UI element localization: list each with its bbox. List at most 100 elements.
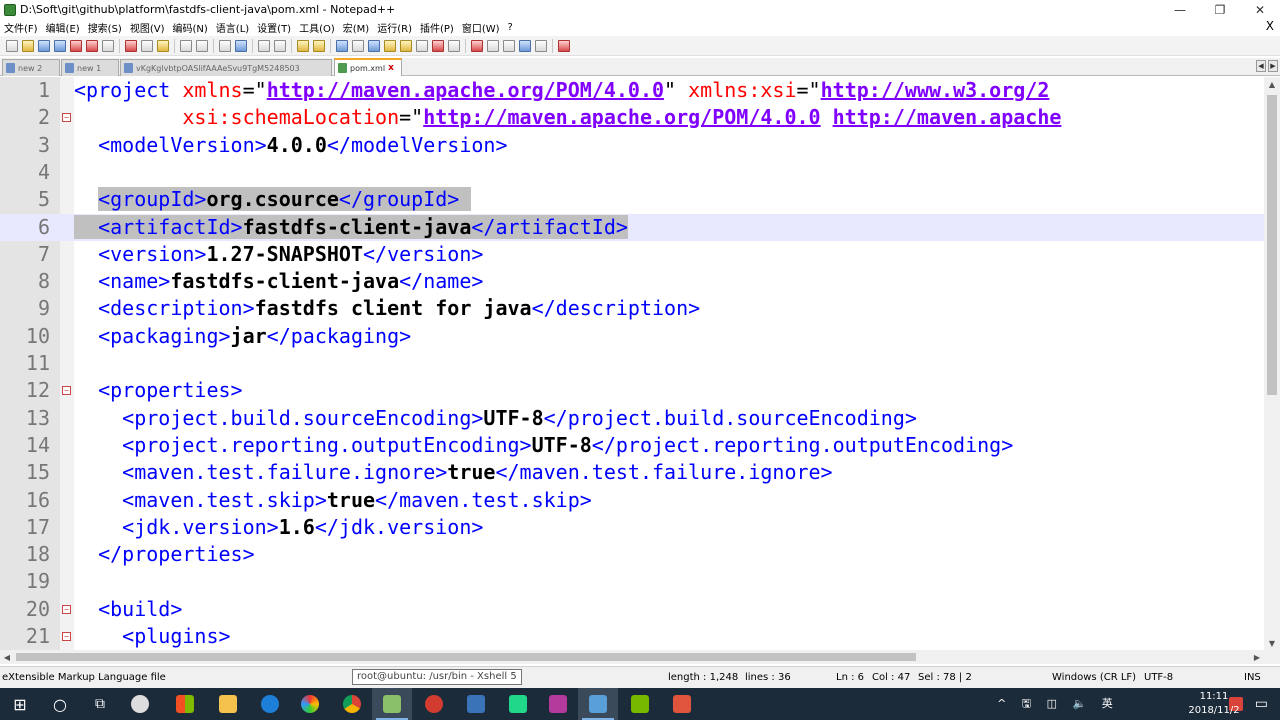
run-macro-multiple-icon[interactable] <box>519 39 531 52</box>
menu-search[interactable]: 搜索(S) <box>84 20 126 35</box>
code-line[interactable]: 13 <project.build.sourceEncoding>UTF-8</… <box>0 405 1264 432</box>
code-line[interactable]: 11 <box>0 350 1264 377</box>
word-wrap-icon[interactable] <box>336 39 348 52</box>
close-document-icon[interactable]: X <box>1266 19 1274 33</box>
unknown-icon[interactable] <box>662 688 702 720</box>
code-line[interactable]: 8 <name>fastdfs-client-java</name> <box>0 268 1264 295</box>
sync-vertical-icon[interactable] <box>297 39 309 52</box>
menu-plugins[interactable]: 插件(P) <box>416 20 458 35</box>
code-line[interactable]: 3 <modelVersion>4.0.0</modelVersion> <box>0 132 1264 159</box>
find-icon[interactable] <box>219 39 231 52</box>
tab-vkgkg-file[interactable]: vKgKglvbtpOASlifAAAeSvu9TgM5248503 <box>120 59 332 76</box>
fold-toggle-icon[interactable]: − <box>62 113 71 123</box>
code-line[interactable]: 2− xsi:schemaLocation="http://maven.apac… <box>0 104 1264 131</box>
edge-icon[interactable] <box>250 688 290 720</box>
code-line[interactable]: 19 <box>0 568 1264 595</box>
tab-new-2[interactable]: new 2 <box>2 59 60 76</box>
fold-toggle-icon[interactable]: − <box>62 604 71 614</box>
menu-settings[interactable]: 设置(T) <box>253 20 295 35</box>
monitoring-icon[interactable] <box>448 39 460 52</box>
menu-file[interactable]: 文件(F) <box>0 20 42 35</box>
menu-run[interactable]: 运行(R) <box>373 20 416 35</box>
scroll-up-icon[interactable]: ▲ <box>1264 77 1280 91</box>
paint-icon[interactable] <box>290 688 330 720</box>
pinwheel-icon[interactable] <box>120 688 160 720</box>
scroll-right-icon[interactable]: ▶ <box>1250 650 1264 664</box>
doc-map-icon[interactable] <box>400 39 412 52</box>
vertical-scrollbar[interactable]: ▲ ▼ <box>1264 77 1280 650</box>
record-macro-icon[interactable] <box>471 39 483 52</box>
tray-icons[interactable]: ^ 🖫 ◫ 🔈 英 <box>997 695 1119 714</box>
xshell-icon[interactable] <box>414 688 454 720</box>
clock[interactable]: 11:11 2018/11/2 <box>1184 690 1244 718</box>
menu-view[interactable]: 视图(V) <box>126 20 169 35</box>
undo-icon[interactable] <box>180 39 192 52</box>
code-line[interactable]: 5 <groupId>org.csource</groupId> <box>0 186 1264 213</box>
menu-macro[interactable]: 宏(M) <box>339 20 373 35</box>
scroll-left-icon[interactable]: ◀ <box>0 650 14 664</box>
menu-encoding[interactable]: 编码(N) <box>169 20 212 35</box>
copy-icon[interactable] <box>141 39 153 52</box>
git-icon[interactable] <box>456 688 496 720</box>
vertical-scroll-thumb[interactable] <box>1267 95 1277 395</box>
menu-tools[interactable]: 工具(O) <box>295 20 339 35</box>
close-all-icon[interactable] <box>86 39 98 52</box>
sync-horizontal-icon[interactable] <box>313 39 325 52</box>
code-line[interactable]: 4 <box>0 159 1264 186</box>
file-explorer-icon[interactable] <box>208 688 248 720</box>
udl-icon[interactable] <box>384 39 396 52</box>
tab-new-1[interactable]: new 1 <box>61 59 119 76</box>
code-line[interactable]: 9 <description>fastdfs client for java</… <box>0 295 1264 322</box>
indent-guide-icon[interactable] <box>368 39 380 52</box>
code-line[interactable]: 14 <project.reporting.outputEncoding>UTF… <box>0 432 1264 459</box>
folder-workspace-icon[interactable] <box>432 39 444 52</box>
notification-icon[interactable]: ▭ <box>1255 696 1268 712</box>
code-line[interactable]: 1 <project xmlns="http://maven.apache.org… <box>0 77 1264 104</box>
cut-icon[interactable] <box>125 39 137 52</box>
pycharm-icon[interactable] <box>498 688 538 720</box>
close-file-icon[interactable] <box>70 39 82 52</box>
save-all-icon[interactable] <box>54 39 66 52</box>
replace-icon[interactable] <box>235 39 247 52</box>
window-icon[interactable] <box>578 688 618 720</box>
code-editor[interactable]: 1 <project xmlns="http://maven.apache.org… <box>0 77 1264 650</box>
intellij-icon[interactable] <box>538 688 578 720</box>
menu-help[interactable]: ? <box>504 22 517 33</box>
fold-toggle-icon[interactable]: − <box>62 632 71 641</box>
windows-start-icon[interactable]: ⊞ <box>0 688 40 720</box>
terminal-icon[interactable] <box>620 688 660 720</box>
new-file-icon[interactable] <box>6 39 18 52</box>
code-line[interactable]: 21 − <plugins> <box>0 623 1264 650</box>
tab-scroll-left-icon[interactable]: ◀ <box>1256 60 1266 72</box>
code-line[interactable]: 18 </properties> <box>0 541 1264 568</box>
fold-toggle-icon[interactable]: − <box>62 386 71 396</box>
search-icon[interactable]: ○ <box>40 688 80 720</box>
close-button[interactable]: ✕ <box>1240 0 1280 19</box>
scroll-down-icon[interactable]: ▼ <box>1264 636 1280 650</box>
menu-language[interactable]: 语言(L) <box>212 20 253 35</box>
print-icon[interactable] <box>102 39 114 52</box>
save-macro-icon[interactable] <box>535 39 547 52</box>
code-line[interactable]: 15 <maven.test.failure.ignore>true</mave… <box>0 459 1264 486</box>
store-icon[interactable] <box>165 688 205 720</box>
stop-macro-icon[interactable] <box>487 39 499 52</box>
tab-scroll-right-icon[interactable]: ▶ <box>1268 60 1278 72</box>
zoom-in-icon[interactable] <box>258 39 270 52</box>
play-macro-icon[interactable] <box>503 39 515 52</box>
maximize-button[interactable]: ❐ <box>1200 0 1240 19</box>
function-list-icon[interactable] <box>416 39 428 52</box>
menu-window[interactable]: 窗口(W) <box>458 20 504 35</box>
code-line[interactable]: 17 <jdk.version>1.6</jdk.version> <box>0 514 1264 541</box>
show-all-chars-icon[interactable] <box>352 39 364 52</box>
horizontal-scrollbar[interactable]: ◀ ▶ <box>0 650 1264 664</box>
open-file-icon[interactable] <box>22 39 34 52</box>
code-line[interactable]: 7 <version>1.27-SNAPSHOT</version> <box>0 241 1264 268</box>
menu-edit[interactable]: 编辑(E) <box>42 20 84 35</box>
horizontal-scroll-thumb[interactable] <box>16 653 916 661</box>
spell-check-icon[interactable] <box>558 39 570 52</box>
task-view-icon[interactable]: ⧉ <box>80 688 120 720</box>
tab-close-icon[interactable]: x <box>388 63 394 73</box>
code-line[interactable]: 10 <packaging>jar</packaging> <box>0 323 1264 350</box>
code-line[interactable]: 20 − <build> <box>0 596 1264 623</box>
chrome-icon[interactable] <box>332 688 372 720</box>
